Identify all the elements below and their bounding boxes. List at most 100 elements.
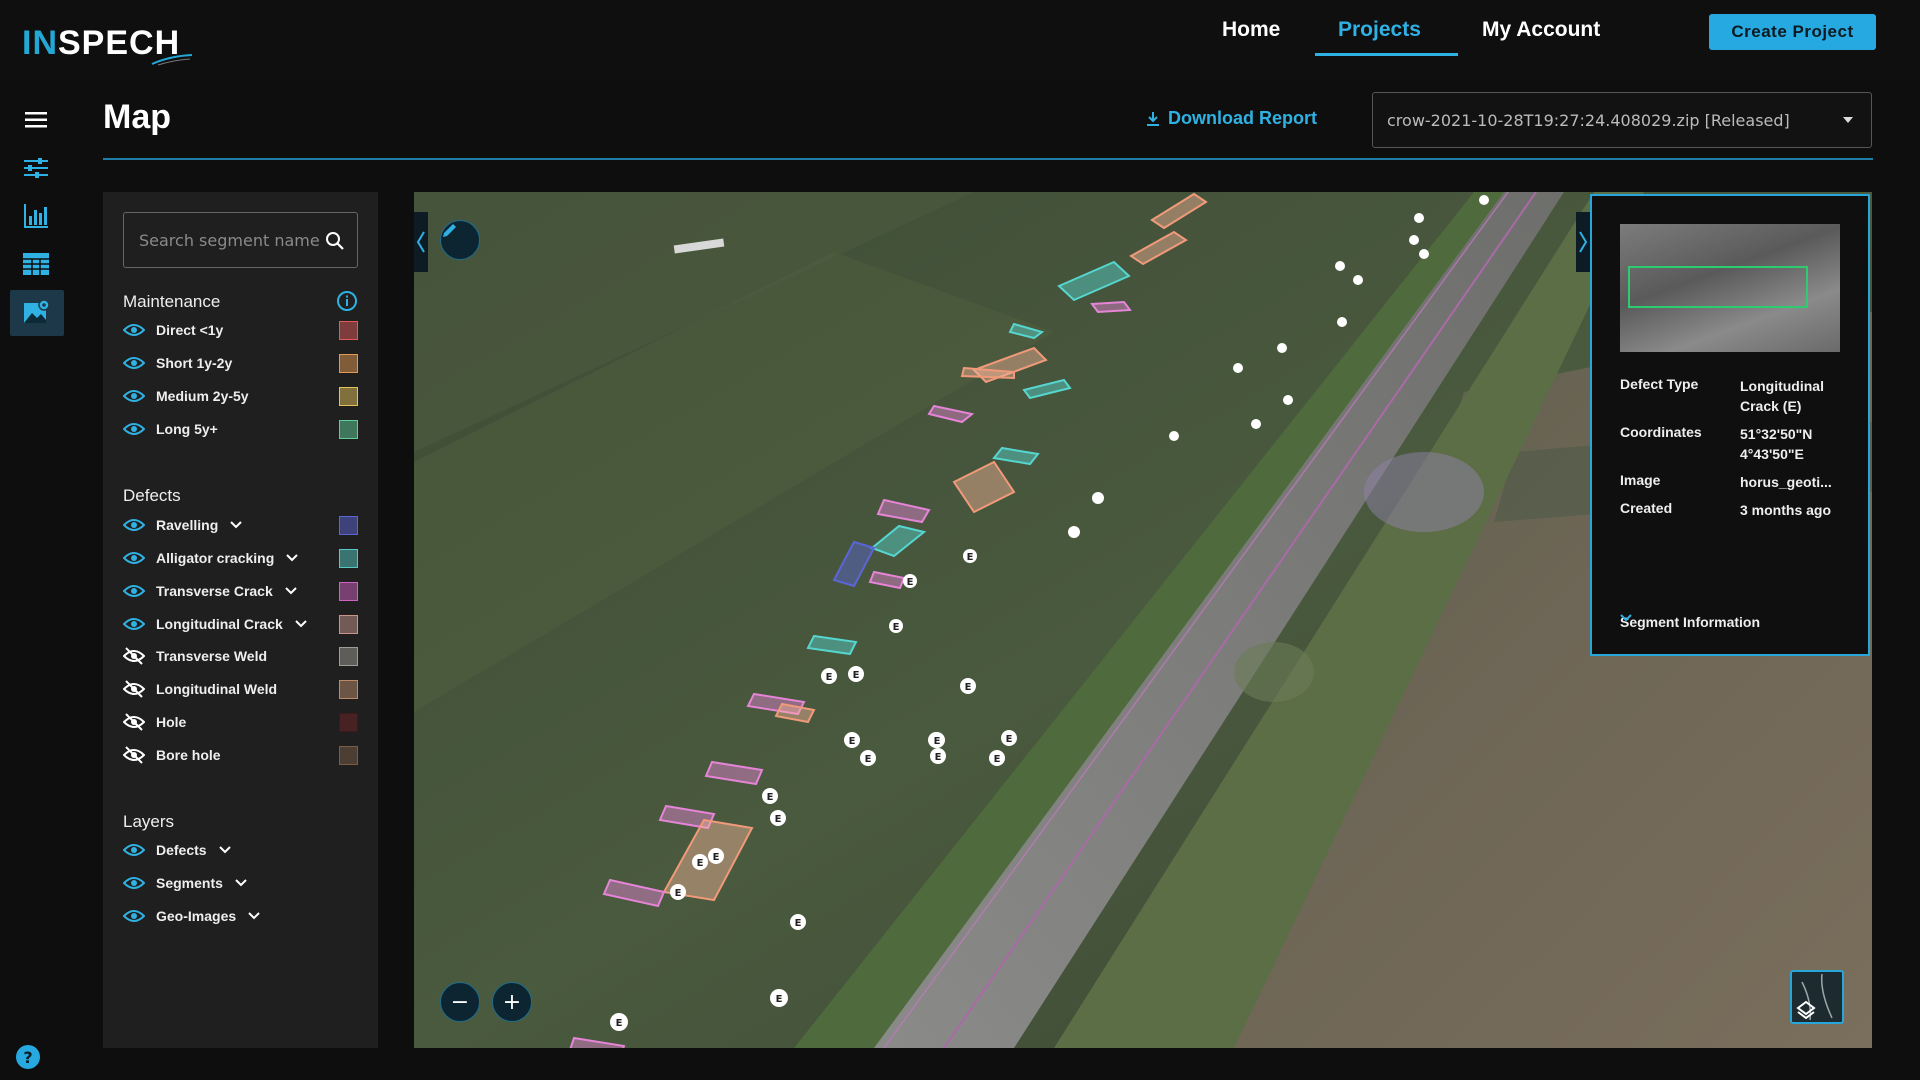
color-swatch bbox=[339, 746, 358, 765]
svg-text:E: E bbox=[675, 888, 682, 899]
collapse-right-panel-button[interactable] bbox=[1576, 212, 1590, 272]
legend-item-hole[interactable]: Hole bbox=[123, 710, 358, 734]
svg-text:E: E bbox=[965, 682, 972, 693]
legend-item-ravelling[interactable]: Ravelling bbox=[123, 513, 358, 537]
eye-icon[interactable] bbox=[123, 874, 147, 892]
defect-info-card: Defect Type Longitudinal Crack (E) Coord… bbox=[1590, 194, 1870, 656]
eye-icon[interactable] bbox=[123, 841, 147, 859]
nav-my-account[interactable]: My Account bbox=[1482, 18, 1600, 58]
layer-switcher-button[interactable] bbox=[1790, 970, 1844, 1024]
chevron-down-icon[interactable] bbox=[235, 878, 249, 888]
chevron-down-icon[interactable] bbox=[286, 553, 300, 563]
map-icon[interactable] bbox=[21, 297, 53, 329]
chevron-left-icon bbox=[416, 231, 425, 253]
collapse-left-panel-button[interactable] bbox=[414, 212, 428, 272]
legend-item-bore-hole[interactable]: Bore hole bbox=[123, 743, 358, 767]
table-icon[interactable] bbox=[20, 248, 52, 280]
eye-icon[interactable] bbox=[123, 549, 147, 567]
zoom-out-button[interactable]: − bbox=[440, 982, 480, 1022]
search-input[interactable]: Search segment name bbox=[123, 212, 358, 268]
chevron-down-icon[interactable] bbox=[248, 911, 262, 921]
legend-item-transverse-crack[interactable]: Transverse Crack bbox=[123, 579, 358, 603]
settings-sliders-icon[interactable] bbox=[20, 152, 52, 184]
color-swatch bbox=[339, 582, 358, 601]
page-title: Map bbox=[103, 98, 171, 136]
eye-hidden-icon[interactable] bbox=[123, 746, 147, 764]
svg-text:E: E bbox=[994, 754, 1001, 765]
legend-item-medium[interactable]: Medium 2y-5y bbox=[123, 384, 358, 408]
svg-text:E: E bbox=[776, 994, 783, 1005]
svg-text:E: E bbox=[967, 552, 974, 563]
logo-swoosh-icon bbox=[151, 54, 193, 66]
map-canvas[interactable]: E E E E E E E E E E E E E E E E E E E E … bbox=[414, 192, 1872, 1048]
search-icon[interactable] bbox=[325, 231, 345, 251]
eye-icon[interactable] bbox=[123, 354, 147, 372]
color-swatch bbox=[339, 713, 358, 732]
download-report-label: Download Report bbox=[1168, 108, 1317, 128]
color-swatch bbox=[339, 647, 358, 666]
bar-chart-icon[interactable] bbox=[20, 200, 52, 232]
nav-projects[interactable]: Projects bbox=[1338, 18, 1421, 58]
color-swatch bbox=[339, 354, 358, 373]
info-icon[interactable] bbox=[336, 290, 358, 312]
svg-text:E: E bbox=[849, 736, 856, 747]
layers-icon bbox=[1796, 973, 1833, 1021]
create-project-button[interactable]: Create Project bbox=[1709, 14, 1876, 50]
eye-hidden-icon[interactable] bbox=[123, 680, 147, 698]
help-icon[interactable]: ? bbox=[16, 1045, 40, 1069]
file-select-value: crow-2021-10-28T19:27:24.408029.zip [Rel… bbox=[1387, 110, 1790, 130]
segment-information-toggle[interactable]: Segment Information bbox=[1620, 614, 1760, 630]
eye-icon[interactable] bbox=[123, 582, 147, 600]
chevron-down-icon[interactable] bbox=[285, 586, 299, 596]
defect-thumbnail[interactable] bbox=[1620, 224, 1840, 352]
zoom-in-button[interactable]: + bbox=[492, 982, 532, 1022]
eye-hidden-icon[interactable] bbox=[123, 713, 147, 731]
svg-text:E: E bbox=[893, 622, 900, 633]
top-navigation-bar: INSPECH Home Projects My Account Create … bbox=[0, 0, 1920, 80]
layers-heading: Layers bbox=[123, 812, 175, 831]
layer-item-geo-images[interactable]: Geo-Images bbox=[123, 904, 358, 928]
pencil-icon bbox=[443, 224, 456, 237]
download-report-link[interactable]: Download Report bbox=[1146, 108, 1317, 129]
legend-item-longitudinal-crack[interactable]: Longitudinal Crack bbox=[123, 612, 358, 636]
defects-heading: Defects bbox=[123, 486, 181, 505]
caret-down-icon bbox=[1843, 117, 1853, 123]
chevron-right-icon bbox=[1579, 231, 1588, 253]
nav-home[interactable]: Home bbox=[1222, 18, 1280, 58]
title-divider bbox=[103, 158, 1873, 160]
svg-text:E: E bbox=[713, 852, 720, 863]
eye-icon[interactable] bbox=[123, 516, 147, 534]
eye-hidden-icon[interactable] bbox=[123, 647, 147, 665]
chevron-down-icon[interactable] bbox=[218, 845, 233, 855]
legend-item-short[interactable]: Short 1y-2y bbox=[123, 351, 358, 375]
eye-icon[interactable] bbox=[123, 321, 147, 339]
legend-item-longitudinal-weld[interactable]: Longitudinal Weld bbox=[123, 677, 358, 701]
download-icon bbox=[1147, 111, 1159, 126]
svg-text:E: E bbox=[697, 858, 704, 869]
legend-item-direct[interactable]: Direct <1y bbox=[123, 318, 358, 342]
color-swatch bbox=[339, 387, 358, 406]
legend-item-transverse-weld[interactable]: Transverse Weld bbox=[123, 644, 358, 668]
layer-item-segments[interactable]: Segments bbox=[123, 871, 358, 895]
legend-panel: Search segment name Maintenance Direct <… bbox=[103, 192, 378, 1048]
chevron-down-icon[interactable] bbox=[230, 520, 244, 530]
file-select[interactable]: crow-2021-10-28T19:27:24.408029.zip [Rel… bbox=[1372, 92, 1872, 148]
color-swatch bbox=[339, 615, 358, 634]
svg-text:E: E bbox=[767, 792, 774, 803]
chevron-down-icon[interactable] bbox=[295, 619, 309, 629]
search-placeholder: Search segment name bbox=[139, 230, 320, 250]
draw-edit-button[interactable] bbox=[440, 220, 480, 260]
eye-icon[interactable] bbox=[123, 387, 147, 405]
color-swatch bbox=[339, 680, 358, 699]
color-swatch bbox=[339, 321, 358, 340]
svg-text:E: E bbox=[934, 736, 941, 747]
svg-text:E: E bbox=[1006, 734, 1013, 745]
eye-icon[interactable] bbox=[123, 615, 147, 633]
menu-icon[interactable] bbox=[20, 104, 52, 136]
legend-item-long[interactable]: Long 5y+ bbox=[123, 417, 358, 441]
svg-text:E: E bbox=[795, 918, 802, 929]
legend-item-alligator-cracking[interactable]: Alligator cracking bbox=[123, 546, 358, 570]
eye-icon[interactable] bbox=[123, 907, 147, 925]
layer-item-defects[interactable]: Defects bbox=[123, 838, 358, 862]
eye-icon[interactable] bbox=[123, 420, 147, 438]
